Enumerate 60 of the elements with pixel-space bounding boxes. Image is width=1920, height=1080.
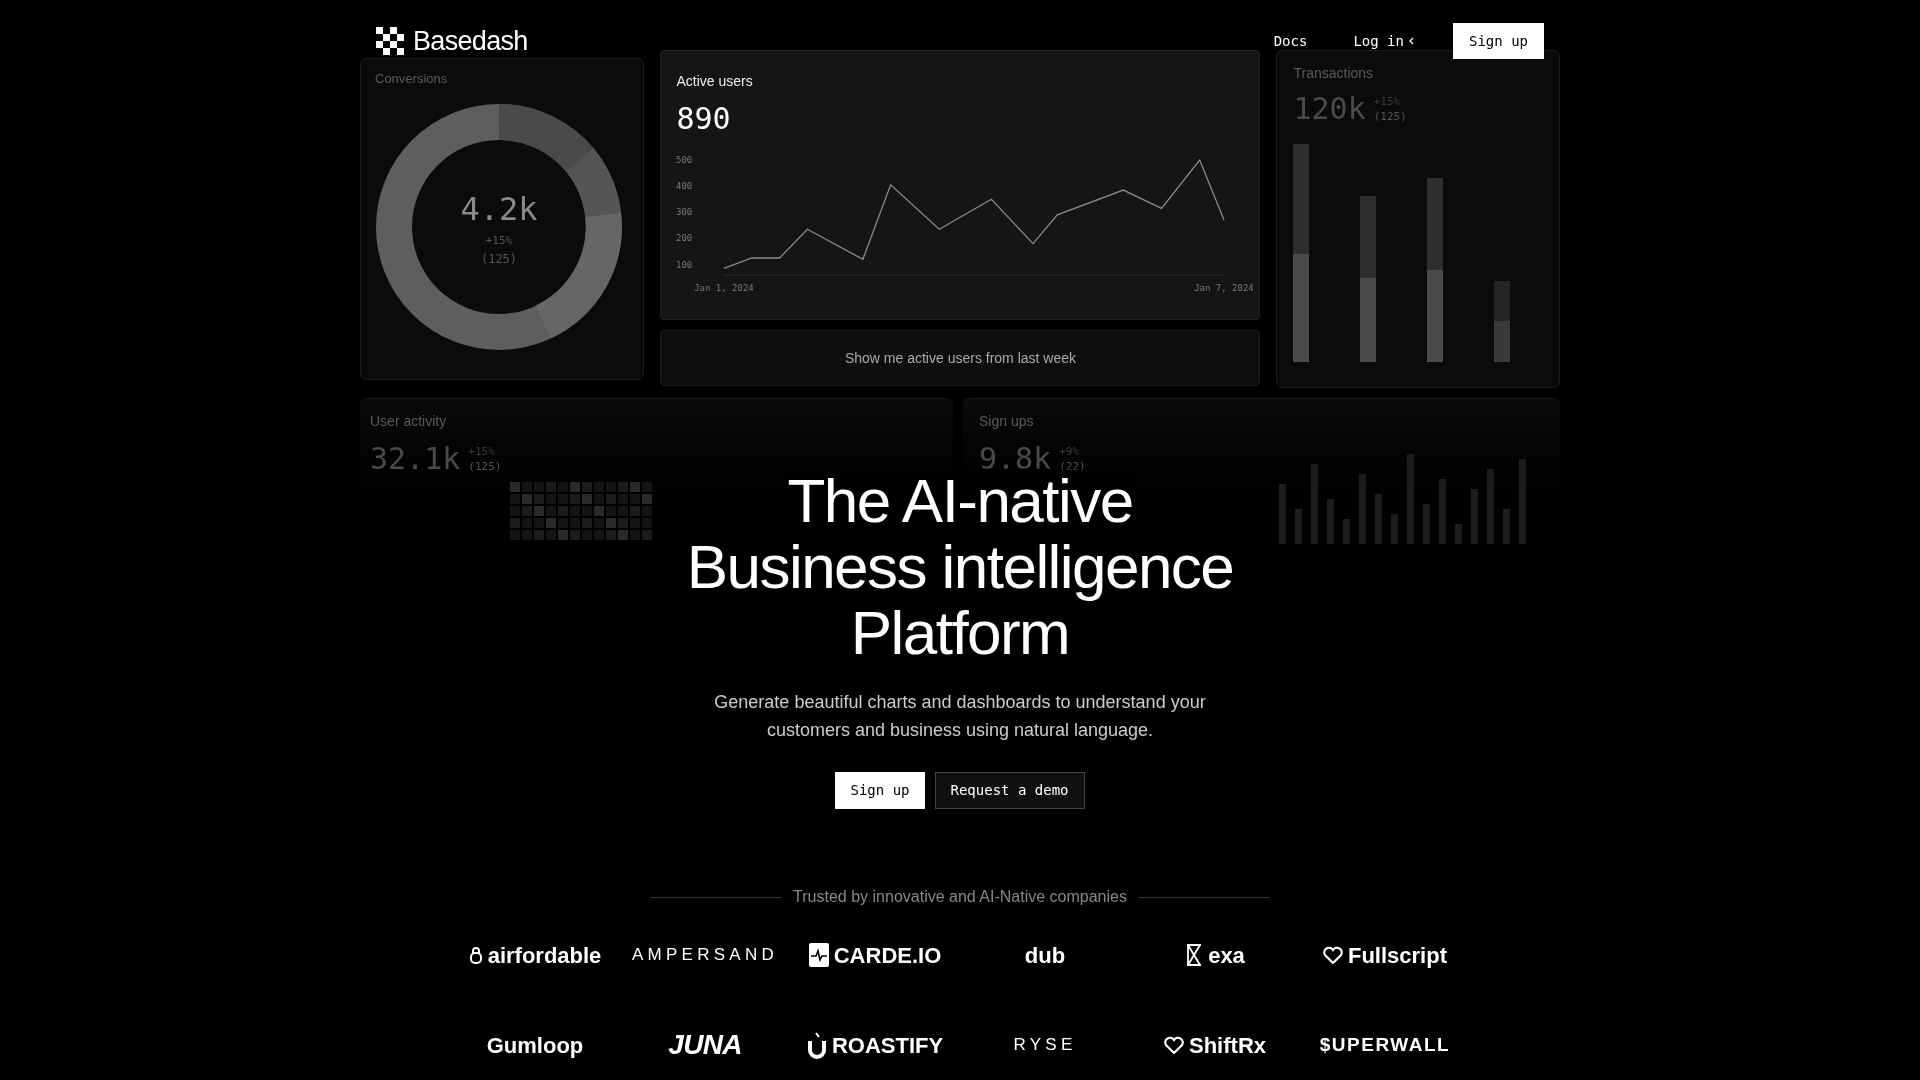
y-tick-label: 300 [676,207,693,218]
company-logo-text: airfordable [487,941,602,970]
request-demo-button[interactable]: Request a demo [934,772,1085,809]
bar [1279,484,1286,544]
bar [1295,509,1302,544]
company-logo-text: exa [1208,941,1245,970]
hourglass-icon [1185,944,1204,966]
y-tick-label: 400 [676,181,693,192]
company-logo-text: ShiftRx [1189,1031,1266,1060]
company-logo-text: Gumloop [486,1031,584,1060]
company-logo-text: Fullscript [1348,941,1447,970]
company-logo-text: dub [1024,941,1066,970]
heart-icon [1164,1036,1184,1054]
company-logo-text: CARDE.IO [833,941,942,970]
bar [1455,524,1462,544]
bar [1423,504,1430,544]
pulse-icon [808,943,829,967]
card-title: Conversions [375,70,449,88]
company-logo-text: $UPERWALL [1319,1032,1451,1057]
bar [1343,519,1350,544]
bar [1327,499,1334,544]
company-logo-text: AMPERSAND [632,944,778,967]
x-tick-label: Jan 1, 2024 [694,283,755,293]
card-title: Transactions [1293,64,1375,83]
bar [1439,479,1446,544]
card-title: User activity [370,412,448,431]
bar [1375,494,1382,544]
chevron-left-icon [1408,36,1415,46]
bar [1471,489,1478,544]
brand-name: Basedash [413,24,528,58]
checker-logo-icon [376,27,404,55]
bar [1503,509,1510,544]
donut-value: 4.2k [460,189,538,231]
stat-value: 32.1k [370,444,461,474]
card-title: Active users [676,72,754,91]
bar [1391,514,1398,544]
company-logo-text: RYSE [1013,1034,1077,1057]
company-logo-text: JUNA [668,1028,742,1062]
bar [1359,474,1366,544]
sign-up-button[interactable]: Sign up [835,772,925,809]
donut-change: +15% [485,233,513,250]
y-tick-label: 500 [676,155,693,165]
stat-value: 120k [1293,94,1366,124]
x-tick-label: Jan 7, 2024 [1194,283,1255,293]
y-tick-label: 100 [676,259,693,270]
lock-icon [468,946,483,964]
prompt-suggestion[interactable]: Show me active users from last week [660,330,1261,386]
metric-value: 890 [676,104,732,134]
nav-link[interactable]: Log in [1345,30,1423,52]
company-logo-text: ROASTIFY [831,1031,944,1060]
heart-icon [1323,946,1343,964]
y-tick-label: 200 [676,233,693,244]
donut-count: (125) [480,250,518,268]
card-title: Sign ups [979,412,1035,431]
nav-link[interactable]: Docs [1265,30,1316,52]
trusted-heading: Trusted by innovative and AI-Native companies [793,887,1127,907]
stat-count: (125) [468,459,502,474]
stat-count: (125) [1373,109,1407,124]
sign-up-button[interactable]: Sign up [1453,23,1544,59]
hero-subtitle: Generate beautiful charts and dashboards to understand your customers and business using natural language. [713,691,1207,742]
